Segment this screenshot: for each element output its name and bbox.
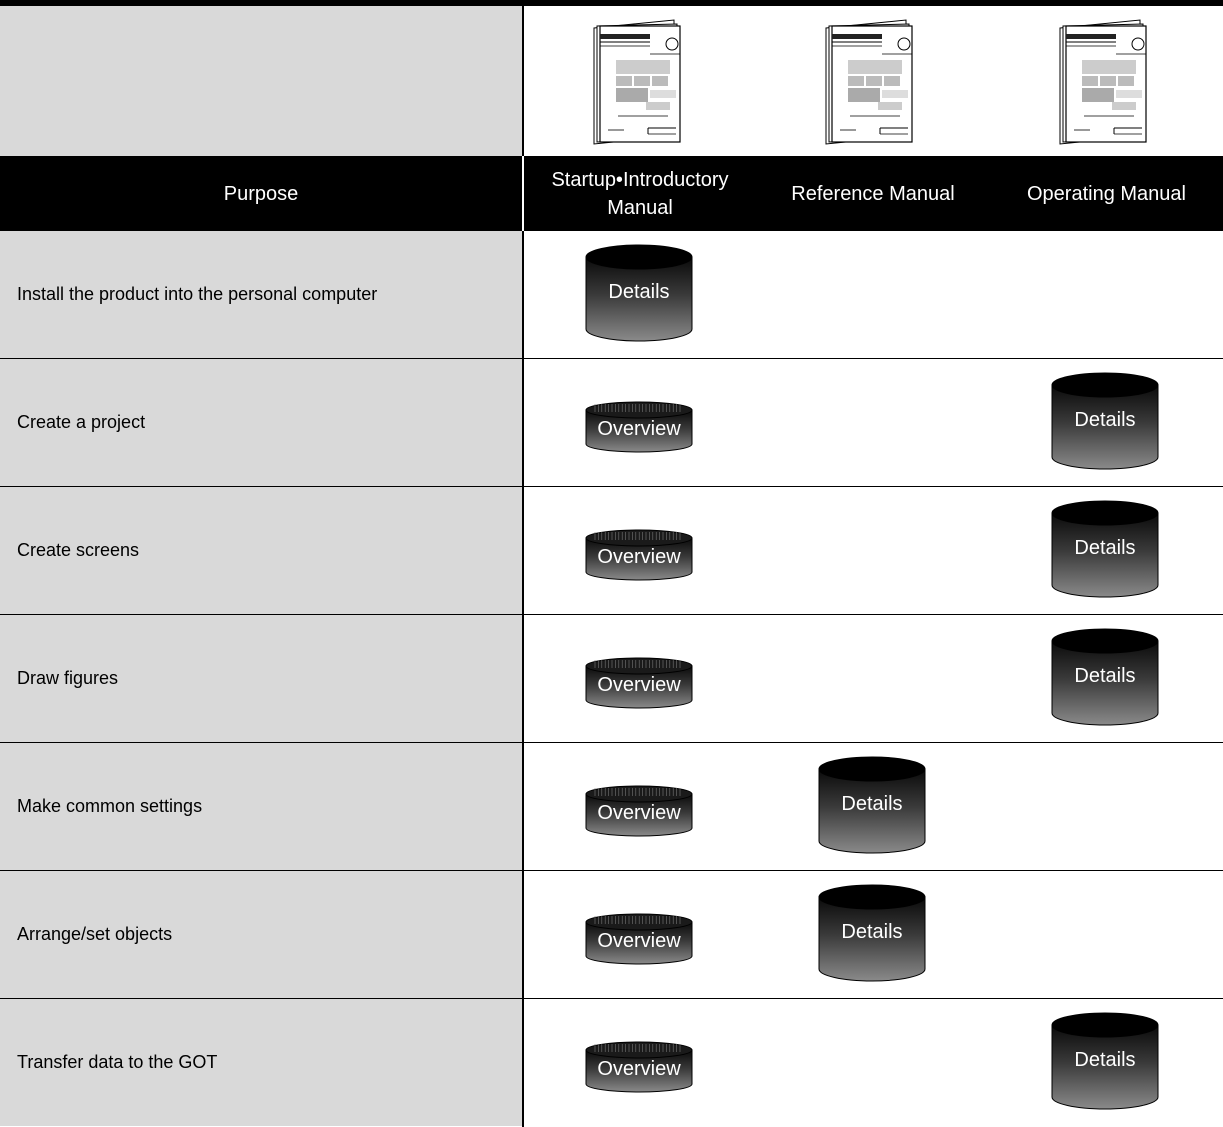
tall-cylinder-icon: Details [1051,628,1159,726]
blank-header-cell [0,6,522,156]
overview-label: Overview [597,546,681,568]
purpose-text: Create a project [17,412,146,432]
book-icon [1054,18,1154,148]
purpose-cell: Arrange/set objects [0,871,522,998]
short-cylinder-icon: Overview [585,401,693,453]
overview-label: Overview [597,1058,681,1080]
short-cylinder-icon: Overview [585,529,693,581]
startup-manual-header: Startup•Introductory Manual [524,156,756,231]
overview-label: Overview [597,930,681,952]
tall-cylinder-icon: Details [818,884,926,982]
operating-manual-header: Operating Manual [1027,182,1186,205]
purpose-cell: Draw figures [0,615,522,742]
purpose-text: Draw figures [17,668,119,688]
purpose-cell: Install the product into the personal co… [0,231,522,358]
purpose-cell: Transfer data to the GOT [0,999,522,1126]
tall-cylinder-icon: Details [818,756,926,854]
details-label: Details [1074,537,1136,559]
column-divider [522,359,524,487]
startup-manual-header-line1: Startup•Introductory [551,168,729,191]
overview-label: Overview [597,802,681,824]
details-label: Details [1074,1049,1136,1071]
purpose-text: Make common settings [17,796,203,816]
table-header: Purpose Startup•Introductory Manual Refe… [0,156,1223,231]
short-cylinder-icon: Overview [585,913,693,965]
reference-manual-header: Reference Manual [791,182,955,205]
short-cylinder-icon: Overview [585,1041,693,1093]
details-label: Details [1074,409,1136,431]
startup-manual-header-line2: Manual [607,196,673,219]
details-label: Details [608,281,670,303]
book-icon [820,18,920,148]
tall-cylinder-icon: Details [1051,500,1159,598]
column-divider [522,999,524,1127]
details-label: Details [1074,665,1136,687]
purpose-cell: Make common settings [0,743,522,870]
column-divider [522,743,524,871]
purpose-manual-table: Purpose Startup•Introductory Manual Refe… [0,0,1223,1127]
purpose-text: Install the product into the personal co… [17,284,378,304]
column-divider [522,6,524,156]
tall-cylinder-icon: Details [1051,1012,1159,1110]
column-divider [522,871,524,999]
purpose-text: Create screens [17,540,140,560]
column-divider [522,231,524,359]
short-cylinder-icon: Overview [585,657,693,709]
tall-cylinder-icon: Details [585,244,693,342]
purpose-text: Transfer data to the GOT [17,1052,218,1072]
column-divider [522,615,524,743]
details-label: Details [841,921,903,943]
details-label: Details [841,793,903,815]
overview-label: Overview [597,418,681,440]
tall-cylinder-icon: Details [1051,372,1159,470]
book-icon [588,18,688,148]
purpose-cell: Create screens [0,487,522,614]
short-cylinder-icon: Overview [585,785,693,837]
purpose-header: Purpose [223,182,299,205]
overview-label: Overview [597,674,681,696]
purpose-cell: Create a project [0,359,522,486]
column-divider [522,487,524,615]
purpose-text: Arrange/set objects [17,924,173,944]
